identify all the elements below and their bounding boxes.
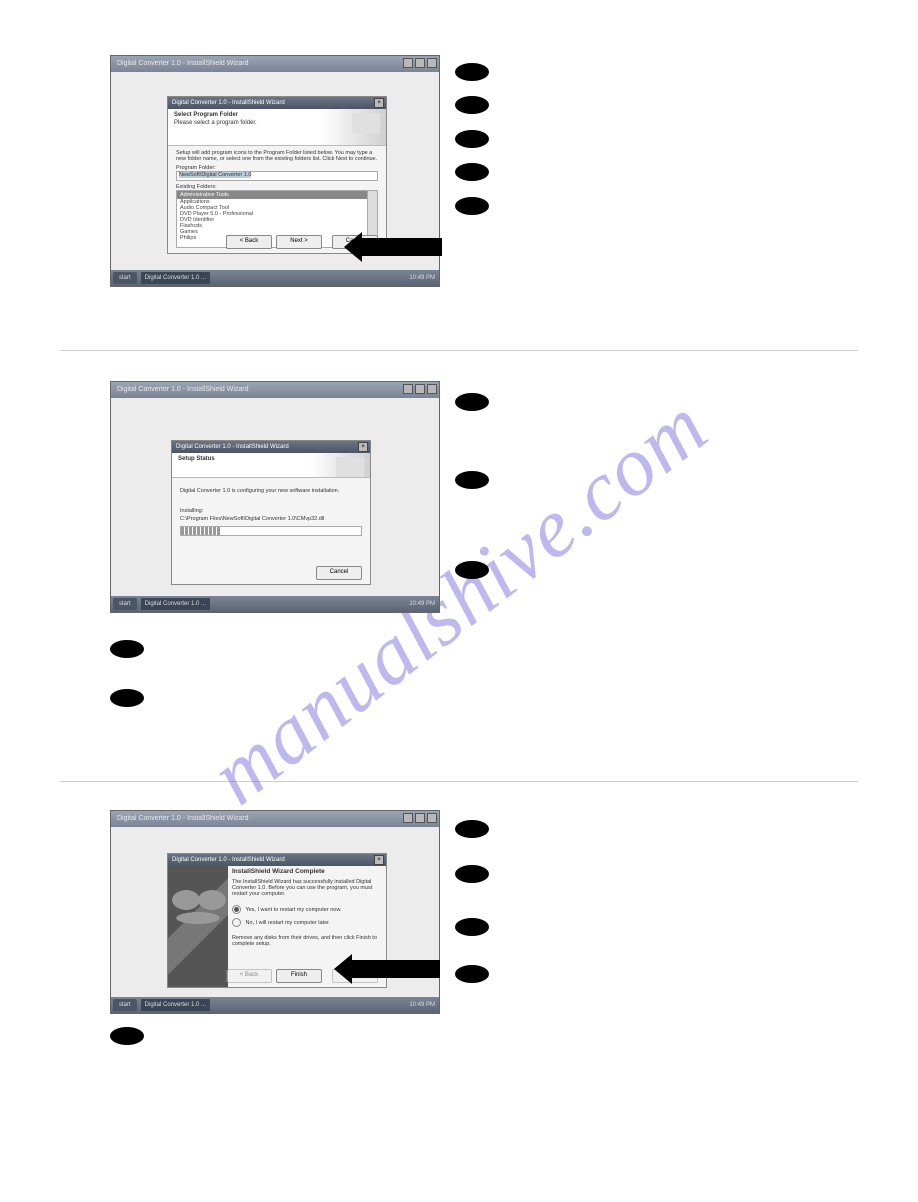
- dialog-close-icon[interactable]: ×: [358, 442, 368, 452]
- annotation-bullet: [110, 689, 144, 707]
- installing-label: Installing:: [180, 508, 362, 514]
- taskbar-3: start Digital Converter 1.0 ... 10:49 PM: [111, 997, 439, 1013]
- dialog-title-text-3: Digital Converter 1.0 - InstallShield Wi…: [172, 857, 285, 863]
- list-item[interactable]: Administrative Tools: [177, 191, 377, 199]
- radio-restart-now[interactable]: Yes, I want to restart my computer now.: [232, 905, 378, 914]
- complete-heading: InstallShield Wizard Complete: [232, 868, 378, 875]
- start-button[interactable]: start: [113, 272, 137, 284]
- dialog-banner-1: Select Program Folder Please select a pr…: [168, 109, 386, 146]
- annotation-bullet: [455, 393, 489, 411]
- close-icon[interactable]: [427, 384, 437, 394]
- progress-fill: [181, 527, 221, 535]
- dialog-body-2: Digital Converter 1.0 is configuring you…: [172, 478, 370, 540]
- tray-clock: 10:49 PM: [409, 1002, 439, 1008]
- outer-window-2: Digital Converter 1.0 - InstallShield Wi…: [110, 381, 440, 613]
- annotation-bullet: [455, 163, 489, 181]
- dialog-close-icon[interactable]: ×: [374, 98, 384, 108]
- window-controls-3: [403, 813, 437, 823]
- banner-sub-1: Please select a program folder.: [174, 120, 380, 126]
- dialog-body-3: InstallShield Wizard Complete The Instal…: [232, 868, 378, 967]
- annotation-bullet: [455, 820, 489, 838]
- dialog-setup-status: Digital Converter 1.0 - InstallShield Wi…: [171, 440, 371, 585]
- minimize-icon[interactable]: [403, 384, 413, 394]
- taskbar-item[interactable]: Digital Converter 1.0 ...: [141, 598, 210, 610]
- radio-yes-label: Yes, I want to restart my computer now.: [245, 907, 341, 913]
- divider: [60, 781, 858, 782]
- annotation-bullet: [110, 640, 144, 658]
- back-button[interactable]: < Back: [226, 235, 272, 249]
- finish-button[interactable]: Finish: [276, 969, 322, 983]
- installing-path: C:\Program Files\NewSoft\Digital Convert…: [180, 516, 362, 522]
- next-button[interactable]: Next >: [276, 235, 322, 249]
- annotation-bullet: [455, 96, 489, 114]
- close-icon[interactable]: [427, 58, 437, 68]
- tray-clock: 10:49 PM: [409, 601, 439, 607]
- complete-body: The InstallShield Wizard has successfull…: [232, 879, 378, 897]
- side-art-icon: [168, 866, 228, 987]
- maximize-icon[interactable]: [415, 813, 425, 823]
- outer-titlebar-2: Digital Converter 1.0 - InstallShield Wi…: [111, 382, 439, 398]
- outer-window-3: Digital Converter 1.0 - InstallShield Wi…: [110, 810, 440, 1014]
- desktop-area-2: Digital Converter 1.0 - InstallShield Wi…: [111, 398, 439, 596]
- taskbar-item[interactable]: Digital Converter 1.0 ...: [141, 272, 210, 284]
- cancel-button[interactable]: Cancel: [316, 566, 362, 580]
- dialog-title-text-2: Digital Converter 1.0 - InstallShield Wi…: [176, 444, 289, 450]
- annotation-bullet: [455, 471, 489, 489]
- outer-title-text-3: Digital Converter 1.0 - InstallShield Wi…: [117, 815, 249, 822]
- divider: [60, 350, 858, 351]
- outer-titlebar-1: Digital Converter 1.0 - InstallShield Wi…: [111, 56, 439, 72]
- back-button: < Back: [226, 969, 272, 983]
- radio-no-label: No, I will restart my computer later.: [246, 920, 331, 926]
- taskbar-1: start Digital Converter 1.0 ... 10:49 PM: [111, 270, 439, 286]
- start-button[interactable]: start: [113, 598, 137, 610]
- dialog-close-icon[interactable]: ×: [374, 855, 384, 865]
- progress-bar: [180, 526, 362, 536]
- radio-icon: [232, 918, 241, 927]
- page: manualshive.com Digital Converter 1.0 - …: [0, 0, 918, 1202]
- radio-restart-later[interactable]: No, I will restart my computer later.: [232, 918, 378, 927]
- section-3: Digital Converter 1.0 - InstallShield Wi…: [0, 802, 918, 1082]
- tray-clock: 10:49 PM: [409, 275, 439, 281]
- outer-title-text-1: Digital Converter 1.0 - InstallShield Wi…: [117, 60, 249, 67]
- dialog-footer-2: Cancel: [316, 566, 362, 580]
- maximize-icon[interactable]: [415, 58, 425, 68]
- minimize-icon[interactable]: [403, 58, 413, 68]
- annotation-bullet: [455, 965, 489, 983]
- banner-title-1: Select Program Folder: [174, 112, 380, 118]
- maximize-icon[interactable]: [415, 384, 425, 394]
- annotation-bullet: [455, 130, 489, 148]
- taskbar-item[interactable]: Digital Converter 1.0 ...: [141, 999, 210, 1011]
- taskbar-2: start Digital Converter 1.0 ... 10:49 PM: [111, 596, 439, 612]
- annotation-bullet: [455, 197, 489, 215]
- outer-title-text-2: Digital Converter 1.0 - InstallShield Wi…: [117, 386, 249, 393]
- dialog-titlebar-3: Digital Converter 1.0 - InstallShield Wi…: [168, 854, 386, 866]
- minimize-icon[interactable]: [403, 813, 413, 823]
- start-button[interactable]: start: [113, 999, 137, 1011]
- arrow-pointer-icon: [360, 238, 442, 256]
- annotation-bullet: [455, 865, 489, 883]
- section-1: Digital Converter 1.0 - InstallShield Wi…: [0, 50, 918, 310]
- arrow-pointer-icon: [350, 960, 440, 978]
- status-text: Digital Converter 1.0 is configuring you…: [180, 488, 362, 494]
- section-2: Digital Converter 1.0 - InstallShield Wi…: [0, 371, 918, 741]
- close-icon[interactable]: [427, 813, 437, 823]
- annotation-bullet: [455, 561, 489, 579]
- radio-icon: [232, 905, 241, 914]
- dialog-select-folder: Digital Converter 1.0 - InstallShield Wi…: [167, 96, 387, 254]
- dialog-titlebar-1: Digital Converter 1.0 - InstallShield Wi…: [168, 97, 386, 109]
- instr-text-1: Setup will add program icons to the Prog…: [176, 150, 378, 162]
- banner-art-icon: [336, 457, 364, 477]
- banner-art-icon: [352, 113, 380, 133]
- window-controls-1: [403, 58, 437, 68]
- window-controls-2: [403, 384, 437, 394]
- annotation-bullet: [455, 63, 489, 81]
- program-folder-input[interactable]: NewSoft\Digital Converter 1.0: [176, 171, 378, 181]
- dialog-title-text-1: Digital Converter 1.0 - InstallShield Wi…: [172, 100, 285, 106]
- dialog-banner-2: Setup Status: [172, 453, 370, 478]
- annotation-bullet: [455, 918, 489, 936]
- annotation-bullet: [110, 1027, 144, 1045]
- dialog-titlebar-2: Digital Converter 1.0 - InstallShield Wi…: [172, 441, 370, 453]
- complete-tail: Remove any disks from their drives, and …: [232, 935, 378, 947]
- outer-titlebar-3: Digital Converter 1.0 - InstallShield Wi…: [111, 811, 439, 827]
